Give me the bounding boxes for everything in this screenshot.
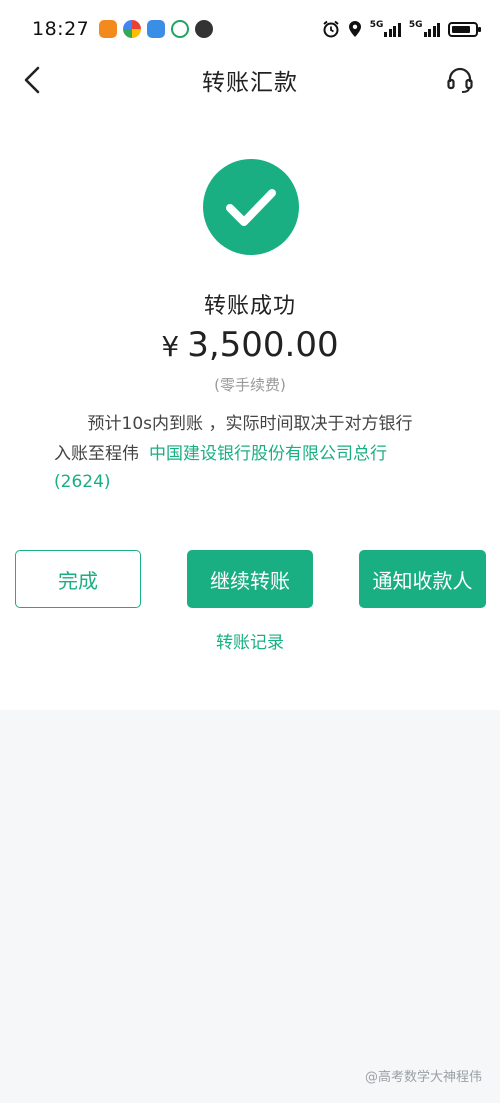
success-check-icon bbox=[203, 159, 299, 255]
transfer-status: 转账成功 bbox=[203, 294, 296, 319]
watermark-text: @高考数学大神程伟 bbox=[364, 1070, 482, 1085]
back-button[interactable] bbox=[14, 62, 50, 98]
location-icon bbox=[348, 20, 362, 38]
transfer-amount: ¥3,500.00 bbox=[0, 325, 500, 365]
done-button[interactable]: 完成 bbox=[15, 550, 141, 608]
pinwheel-app-icon bbox=[123, 20, 142, 38]
system-status-icons: 5G 5G bbox=[322, 20, 481, 38]
transfer-records-link[interactable]: 转账记录 bbox=[0, 628, 500, 653]
message-app-icon bbox=[147, 20, 166, 38]
shopping-app-icon bbox=[99, 20, 118, 38]
watermark: @高考数学大神程伟 bbox=[365, 1066, 482, 1085]
bank-name: 中国建设银行股份有限公司总行 bbox=[149, 444, 387, 464]
signal-2-icon: 5G bbox=[409, 21, 440, 37]
status-bar: 18:27 5G 5G bbox=[0, 0, 500, 58]
nav-header: 转账汇款 bbox=[0, 58, 500, 102]
notification-icons bbox=[99, 20, 214, 38]
network-type-2: 5G bbox=[408, 20, 423, 30]
notify-payee-button[interactable]: 通知收款人 bbox=[359, 550, 486, 608]
arrival-estimate: 预计10s内到账 ，实际时间取决于对方银行 bbox=[87, 414, 413, 434]
wechat-icon bbox=[195, 20, 214, 38]
battery-icon bbox=[448, 21, 481, 37]
fee-note: (零手续费) bbox=[214, 376, 286, 394]
customer-service-button[interactable] bbox=[442, 62, 478, 98]
continue-transfer-button[interactable]: 继续转账 bbox=[187, 550, 313, 608]
status-time: 18:27 bbox=[32, 18, 90, 40]
amount-value: 3,500.00 bbox=[187, 325, 339, 365]
signal-1-icon: 5G bbox=[370, 21, 401, 37]
payee-info: 入账至程伟 中国建设银行股份有限公司总行 (2624) bbox=[54, 440, 454, 496]
alarm-icon bbox=[322, 20, 340, 38]
page-title: 转账汇款 bbox=[202, 70, 298, 96]
sync-app-icon bbox=[171, 20, 190, 38]
headset-icon bbox=[447, 67, 473, 93]
credit-prefix: 入账至程伟 bbox=[54, 444, 139, 464]
network-type-1: 5G bbox=[369, 20, 384, 30]
account-suffix: (2624) bbox=[54, 472, 111, 492]
chevron-left-icon bbox=[24, 66, 40, 94]
currency-symbol: ¥ bbox=[161, 330, 180, 363]
